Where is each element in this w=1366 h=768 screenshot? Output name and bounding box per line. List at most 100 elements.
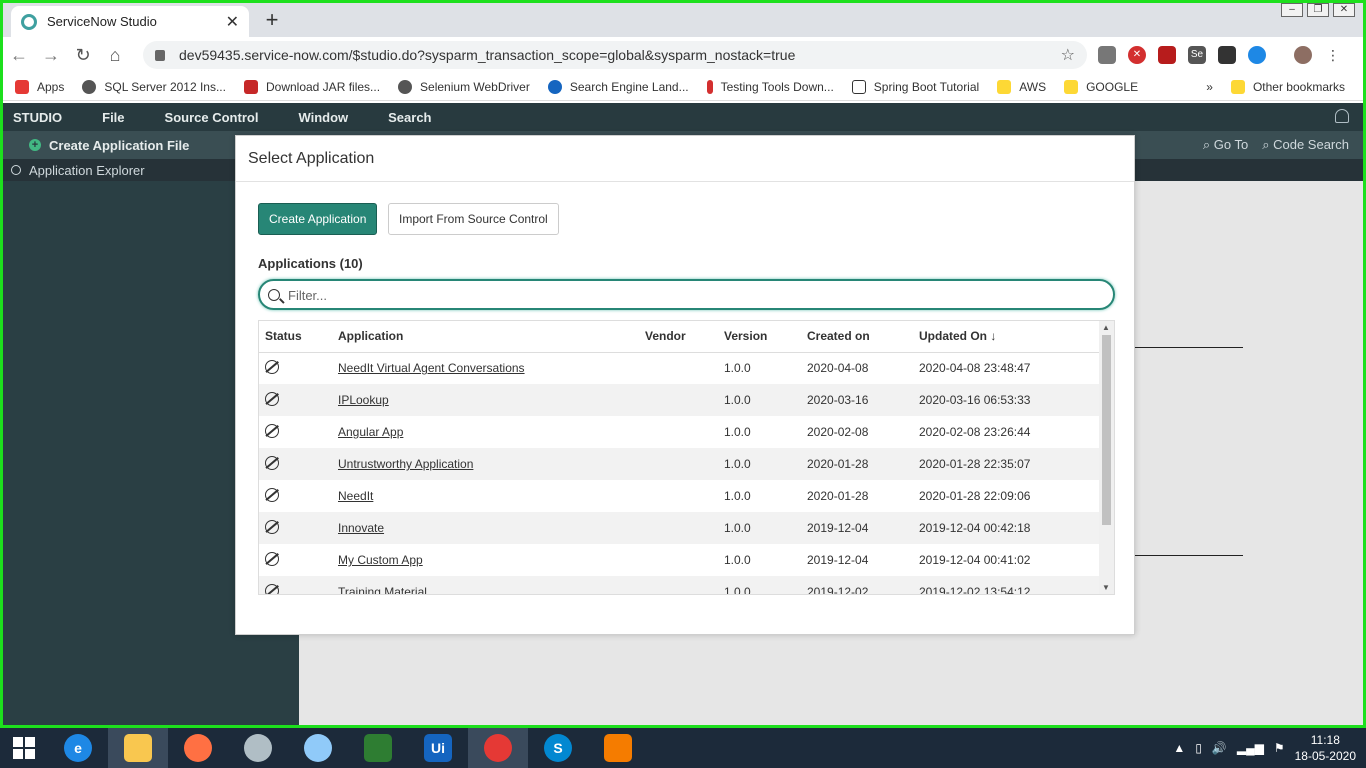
bookmark-aws[interactable]: AWS <box>997 79 1046 94</box>
taskbar-file-explorer[interactable] <box>108 728 168 768</box>
bookmark-selenium[interactable]: Selenium WebDriver <box>398 79 530 94</box>
table-scrollbar[interactable]: ▲ ▼ <box>1099 321 1114 594</box>
scroll-up-icon[interactable]: ▲ <box>1102 323 1110 332</box>
extension-globe-icon[interactable] <box>1248 46 1266 64</box>
network-icon[interactable]: ▂▄▆ <box>1237 741 1264 755</box>
menu-search[interactable]: Search <box>388 110 431 125</box>
column-version[interactable]: Version <box>718 321 801 353</box>
taskbar-media-player[interactable] <box>588 728 648 768</box>
profile-avatar[interactable] <box>1294 46 1312 64</box>
application-link[interactable]: Untrustworthy Application <box>338 457 473 471</box>
application-link[interactable]: My Custom App <box>338 553 423 567</box>
bookmark-download-jar[interactable]: Download JAR files... <box>243 79 380 94</box>
menu-studio[interactable]: STUDIO <box>13 110 62 125</box>
taskbar-uipath[interactable]: Ui <box>408 728 468 768</box>
taskbar-chrome[interactable] <box>468 728 528 768</box>
table-row[interactable]: NeedIt 1.0.0 2020-01-28 2020-01-28 22:09… <box>259 480 1099 512</box>
code-search-button[interactable]: ⌕ Code Search <box>1262 137 1349 153</box>
table-row[interactable]: Innovate 1.0.0 2019-12-04 2019-12-04 00:… <box>259 512 1099 544</box>
plus-icon: + <box>29 139 41 151</box>
collapse-icon[interactable] <box>11 165 21 175</box>
table-row[interactable]: My Custom App 1.0.0 2019-12-04 2019-12-0… <box>259 544 1099 576</box>
application-link[interactable]: Innovate <box>338 521 384 535</box>
application-link[interactable]: IPLookup <box>338 393 389 407</box>
version-cell: 1.0.0 <box>718 384 801 416</box>
menu-icon[interactable]: ⋮ <box>1324 46 1342 64</box>
gear-icon <box>547 79 562 94</box>
lock-icon <box>155 49 165 61</box>
taskbar-snipping-tool[interactable] <box>228 728 288 768</box>
volume-icon[interactable]: 🔊 <box>1212 741 1227 755</box>
bookmark-other[interactable]: Other bookmarks <box>1230 79 1345 94</box>
menu-file[interactable]: File <box>102 110 124 125</box>
close-tab-icon[interactable]: ✕ <box>226 12 239 32</box>
taskbar-skype[interactable]: S <box>528 728 588 768</box>
application-link[interactable]: NeedIt Virtual Agent Conversations <box>338 361 525 375</box>
reload-icon[interactable]: ↻ <box>67 45 99 66</box>
tray-device-icon[interactable]: ▯ <box>1195 741 1202 755</box>
taskbar-internet-explorer[interactable]: e <box>48 728 108 768</box>
created-cell: 2020-04-08 <box>807 361 869 376</box>
vendor-cell <box>639 416 718 448</box>
start-button[interactable] <box>0 728 48 768</box>
create-application-file-button[interactable]: + Create Application File <box>29 138 189 153</box>
create-application-button[interactable]: Create Application <box>258 203 378 235</box>
bookmarks-overflow[interactable]: » <box>1206 80 1213 94</box>
tray-chevron-icon[interactable]: ▲ <box>1173 741 1185 755</box>
application-link[interactable]: Training Material <box>338 585 427 594</box>
menu-window[interactable]: Window <box>298 110 348 125</box>
bookmark-sql-server[interactable]: SQL Server 2012 Ins... <box>82 79 226 94</box>
go-to-button[interactable]: ⌕ Go To <box>1203 137 1248 153</box>
snipping-tool-icon <box>244 734 272 762</box>
extension-cube-icon[interactable] <box>1098 46 1116 64</box>
extension-shield-icon[interactable] <box>1158 46 1176 64</box>
taskbar-outlook[interactable] <box>288 728 348 768</box>
application-link[interactable]: NeedIt <box>338 489 373 503</box>
filter-input[interactable] <box>288 284 1088 306</box>
bookmark-google[interactable]: GOOGLE <box>1064 79 1138 94</box>
applications-table: Status Application Vendor Version Create… <box>258 320 1115 595</box>
table-row[interactable]: NeedIt Virtual Agent Conversations 1.0.0… <box>259 352 1099 384</box>
internet-explorer-icon: e <box>64 734 92 762</box>
extension-block-icon[interactable]: ✕ <box>1128 46 1146 64</box>
extension-box-icon[interactable] <box>1218 46 1236 64</box>
user-icon[interactable] <box>1335 109 1349 123</box>
forward-icon[interactable]: → <box>35 45 67 66</box>
not-installed-status-icon <box>265 423 279 438</box>
column-status[interactable]: Status <box>259 321 332 353</box>
extension-selenium-icon[interactable]: Se <box>1188 46 1206 64</box>
scroll-down-icon[interactable]: ▼ <box>1102 583 1110 592</box>
created-cell: 2019-12-04 <box>807 553 869 567</box>
bookmark-search-engine-land[interactable]: Search Engine Land... <box>547 79 689 94</box>
uipath-icon: Ui <box>424 734 452 762</box>
column-application[interactable]: Application <box>332 321 639 353</box>
column-created-on[interactable]: Created on <box>801 321 913 353</box>
column-vendor[interactable]: Vendor <box>639 321 718 353</box>
bookmark-star-icon[interactable]: ☆ <box>1061 45 1075 65</box>
browser-tab[interactable]: ServiceNow Studio ✕ <box>11 6 249 37</box>
scroll-thumb[interactable] <box>1102 335 1111 525</box>
taskbar-firefox[interactable] <box>168 728 228 768</box>
address-bar[interactable]: dev59435.service-now.com/$studio.do?sysp… <box>143 41 1087 69</box>
menu-source-control[interactable]: Source Control <box>165 110 259 125</box>
table-row[interactable]: Training Material 1.0.0 2019-12-02 2019-… <box>259 576 1099 594</box>
back-icon[interactable]: ← <box>3 45 35 66</box>
home-icon[interactable]: ⌂ <box>99 45 131 66</box>
taskbar-excel[interactable] <box>348 728 408 768</box>
bookmark-testing-tools[interactable]: Testing Tools Down... <box>706 79 834 94</box>
notification-flag-icon[interactable]: ⚑ <box>1274 741 1285 755</box>
bookmark-apps[interactable]: Apps <box>15 79 64 94</box>
new-tab-button[interactable]: + <box>259 8 285 34</box>
clock[interactable]: 11:18 18-05-2020 <box>1295 732 1356 764</box>
application-link[interactable]: Angular App <box>338 425 403 439</box>
table-row[interactable]: Untrustworthy Application 1.0.0 2020-01-… <box>259 448 1099 480</box>
vendor-cell <box>639 384 718 416</box>
close-window-icon[interactable]: ✕ <box>1333 3 1355 17</box>
bookmark-spring-boot[interactable]: Spring Boot Tutorial <box>851 79 979 94</box>
table-row[interactable]: Angular App 1.0.0 2020-02-08 2020-02-08 … <box>259 416 1099 448</box>
import-from-source-control-button[interactable]: Import From Source Control <box>388 203 559 235</box>
column-updated-on[interactable]: Updated On ↓ <box>913 321 1099 353</box>
table-row[interactable]: IPLookup 1.0.0 2020-03-16 2020-03-16 06:… <box>259 384 1099 416</box>
restore-icon[interactable]: ❐ <box>1307 3 1329 17</box>
minimize-icon[interactable]: – <box>1281 3 1303 17</box>
